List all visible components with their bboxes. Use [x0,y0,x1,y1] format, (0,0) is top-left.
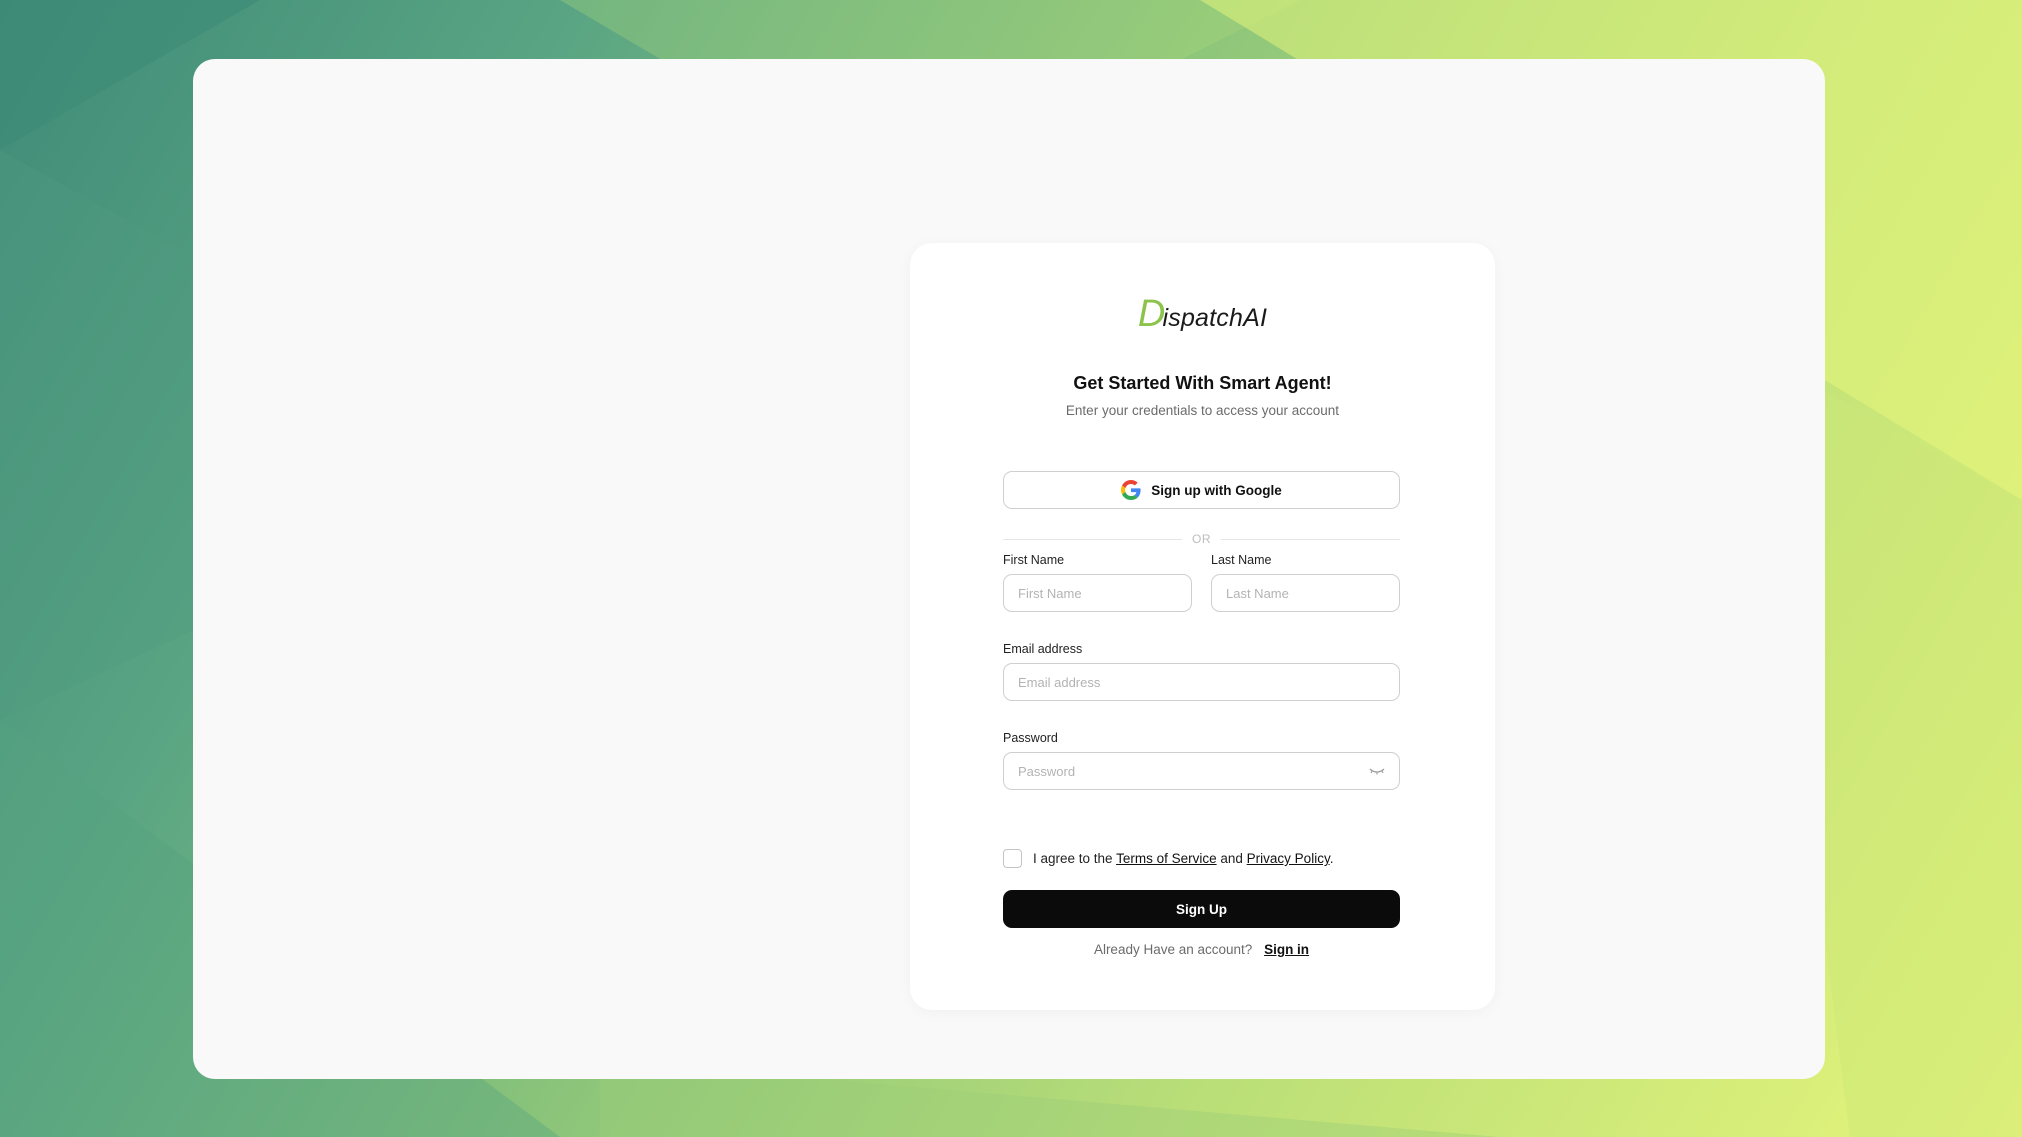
email-input[interactable] [1003,663,1400,701]
terms-suffix: . [1329,851,1334,866]
first-name-label: First Name [1003,553,1065,567]
last-name-label: Last Name [1211,553,1272,567]
password-field [1003,752,1400,790]
terms-prefix: I agree to the [1033,851,1113,866]
password-label: Password [1003,731,1058,745]
signin-row: Already Have an account? Sign in [1003,942,1400,957]
terms-text: I agree to the Terms of Service and Priv… [1033,851,1333,866]
terms-of-service-link[interactable]: Terms of Service [1116,851,1217,866]
google-signup-button[interactable]: Sign up with Google [1003,471,1400,509]
first-name-input[interactable] [1003,574,1192,612]
password-input[interactable] [1003,752,1400,790]
sign-up-button[interactable]: Sign Up [1003,890,1400,928]
logo-text: ispatchAI [1162,304,1268,332]
divider-line-left [1003,538,1182,540]
sign-in-link[interactable]: Sign in [1264,942,1309,957]
terms-checkbox[interactable] [1003,849,1022,868]
google-icon [1121,480,1141,500]
logo-mark: D [1137,293,1166,335]
last-name-input[interactable] [1211,574,1400,612]
signup-card: DispatchAI Get Started With Smart Agent!… [910,243,1495,1010]
terms-and: and [1220,851,1243,866]
privacy-policy-link[interactable]: Privacy Policy [1247,851,1330,866]
google-signup-label: Sign up with Google [1151,482,1282,498]
signin-prompt: Already Have an account? [1093,942,1253,957]
terms-agreement: I agree to the Terms of Service and Priv… [1003,849,1333,868]
email-label: Email address [1003,642,1083,656]
page-title: Get Started With Smart Agent! [1073,373,1332,393]
divider-text: OR [1192,532,1211,546]
page-subtitle: Enter your credentials to access your ac… [1065,403,1340,418]
divider-line-right [1221,538,1400,540]
eye-closed-icon[interactable] [1368,764,1386,778]
dispatchai-logo: DispatchAI [910,293,1495,336]
or-divider: OR [1003,531,1400,547]
page-frame: DispatchAI Get Started With Smart Agent!… [193,59,1825,1079]
